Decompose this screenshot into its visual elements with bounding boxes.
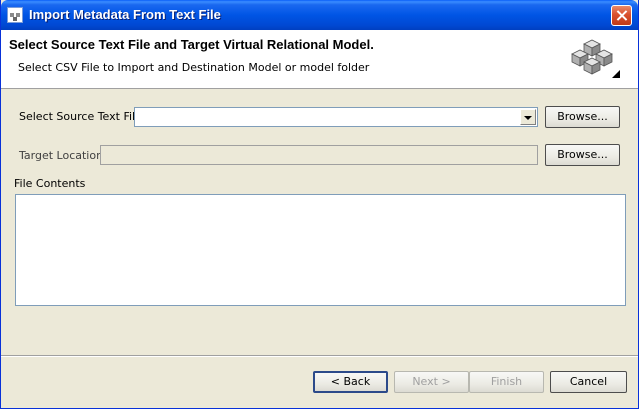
file-contents-label: File Contents [14,177,86,190]
close-icon[interactable] [611,5,632,26]
back-button[interactable]: < Back [313,371,388,393]
wizard-header: Select Source Text File and Target Virtu… [1,30,638,89]
import-metadata-dialog: Import Metadata From Text File Select So… [0,0,639,409]
window-title: Import Metadata From Text File [29,7,221,22]
target-location-field [100,145,538,165]
source-file-label: Select Source Text File [19,110,142,123]
app-icon [7,7,23,23]
source-file-combo[interactable] [134,107,538,127]
target-location-label: Target Location [19,149,104,162]
chevron-down-icon[interactable] [520,109,536,125]
cancel-button[interactable]: Cancel [550,371,627,393]
file-contents-textarea[interactable] [15,194,626,306]
cubes-icon [571,39,620,78]
next-button[interactable]: Next > [394,371,469,393]
page-title: Select Source Text File and Target Virtu… [9,37,374,52]
source-browse-button[interactable]: Browse... [545,106,620,128]
footer-separator [1,355,638,357]
title-bar[interactable]: Import Metadata From Text File [1,0,638,30]
target-browse-button[interactable]: Browse... [545,144,620,166]
finish-button[interactable]: Finish [469,371,544,393]
page-description: Select CSV File to Import and Destinatio… [18,61,370,74]
